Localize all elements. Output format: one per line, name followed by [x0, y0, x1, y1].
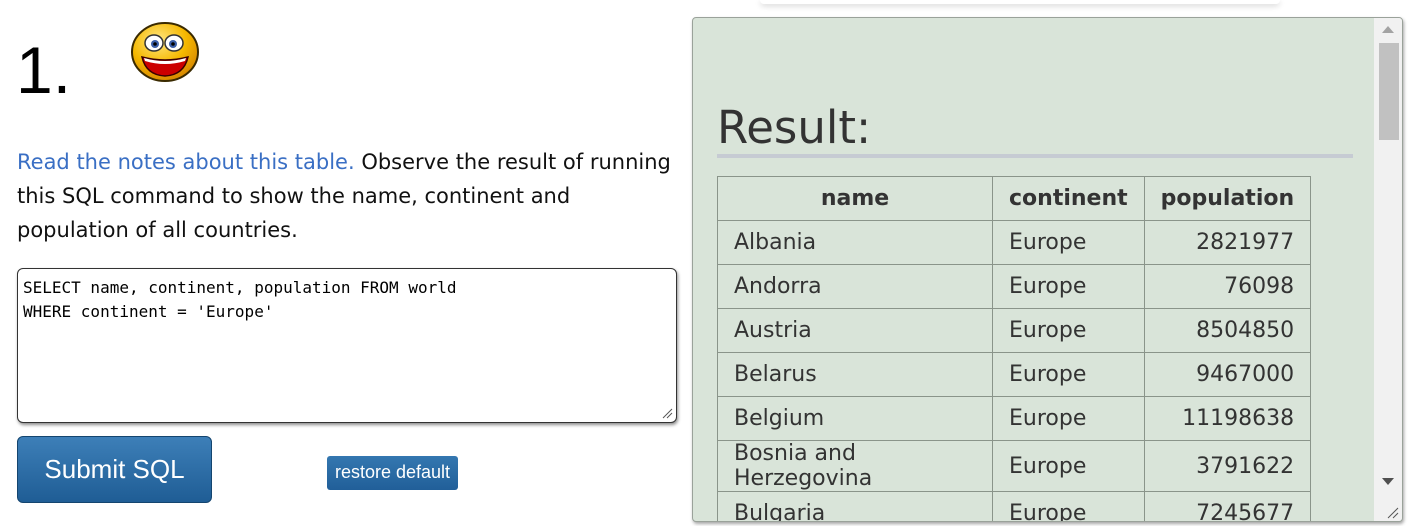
table-header-row: name continent population: [717, 176, 1312, 221]
scroll-down-arrow-icon[interactable]: [1382, 478, 1394, 485]
cell-population: 11198638: [1143, 396, 1312, 441]
table-row: Austria Europe 8504850: [717, 308, 1312, 353]
question-number: 1.: [16, 33, 72, 107]
cell-population: 76098: [1143, 264, 1312, 309]
cell-continent: Europe: [992, 491, 1145, 521]
column-header-name: name: [717, 176, 993, 221]
cell-population: 7245677: [1143, 491, 1312, 521]
table-row: Andorra Europe 76098: [717, 264, 1312, 309]
smiley-icon: [131, 22, 199, 82]
cell-name: Albania: [717, 220, 993, 265]
table-row: Albania Europe 2821977: [717, 220, 1312, 265]
cell-continent: Europe: [992, 352, 1145, 397]
panel-resize-grip-icon[interactable]: [1385, 505, 1399, 519]
cell-continent: Europe: [992, 264, 1145, 309]
cell-name: Belarus: [717, 352, 993, 397]
sql-editor[interactable]: SELECT name, continent, population FROM …: [17, 268, 677, 423]
cell-name: Belgium: [717, 396, 993, 441]
result-scrollbar[interactable]: [1374, 18, 1402, 521]
cell-name: Bulgaria: [717, 491, 993, 521]
cell-population: 9467000: [1143, 352, 1312, 397]
cell-population: 2821977: [1143, 220, 1312, 265]
cell-continent: Europe: [992, 308, 1145, 353]
resize-grip-icon[interactable]: [661, 407, 673, 419]
column-header-continent: continent: [992, 176, 1145, 221]
sql-editor-value[interactable]: SELECT name, continent, population FROM …: [23, 278, 456, 321]
scroll-thumb[interactable]: [1379, 43, 1399, 140]
cell-name: Austria: [717, 308, 993, 353]
intro-text: Read the notes about this table. Observe…: [17, 145, 677, 247]
cell-continent: Europe: [992, 396, 1145, 441]
scroll-up-arrow-icon[interactable]: [1382, 26, 1394, 33]
result-heading: Result:: [717, 102, 1353, 158]
table-row: Belarus Europe 9467000: [717, 352, 1312, 397]
result-table: name continent population Albania Europe…: [717, 176, 1312, 521]
table-row: Bulgaria Europe 7245677: [717, 491, 1312, 521]
restore-default-button[interactable]: restore default: [327, 456, 458, 490]
table-row: Bosnia and Herzegovina Europe 3791622: [717, 440, 1312, 492]
cell-continent: Europe: [992, 220, 1145, 265]
cell-continent: Europe: [992, 440, 1145, 492]
table-notes-link[interactable]: Read the notes about this table.: [17, 150, 355, 174]
cell-population: 8504850: [1143, 308, 1312, 353]
cell-name: Andorra: [717, 264, 993, 309]
submit-sql-button[interactable]: Submit SQL: [17, 436, 212, 503]
result-panel[interactable]: Result: name continent population Albani…: [692, 17, 1403, 522]
top-panel-shadow: [760, 0, 1280, 4]
cell-name: Bosnia and Herzegovina: [717, 440, 993, 492]
cell-population: 3791622: [1143, 440, 1312, 492]
column-header-population: population: [1143, 176, 1312, 221]
table-row: Belgium Europe 11198638: [717, 396, 1312, 441]
